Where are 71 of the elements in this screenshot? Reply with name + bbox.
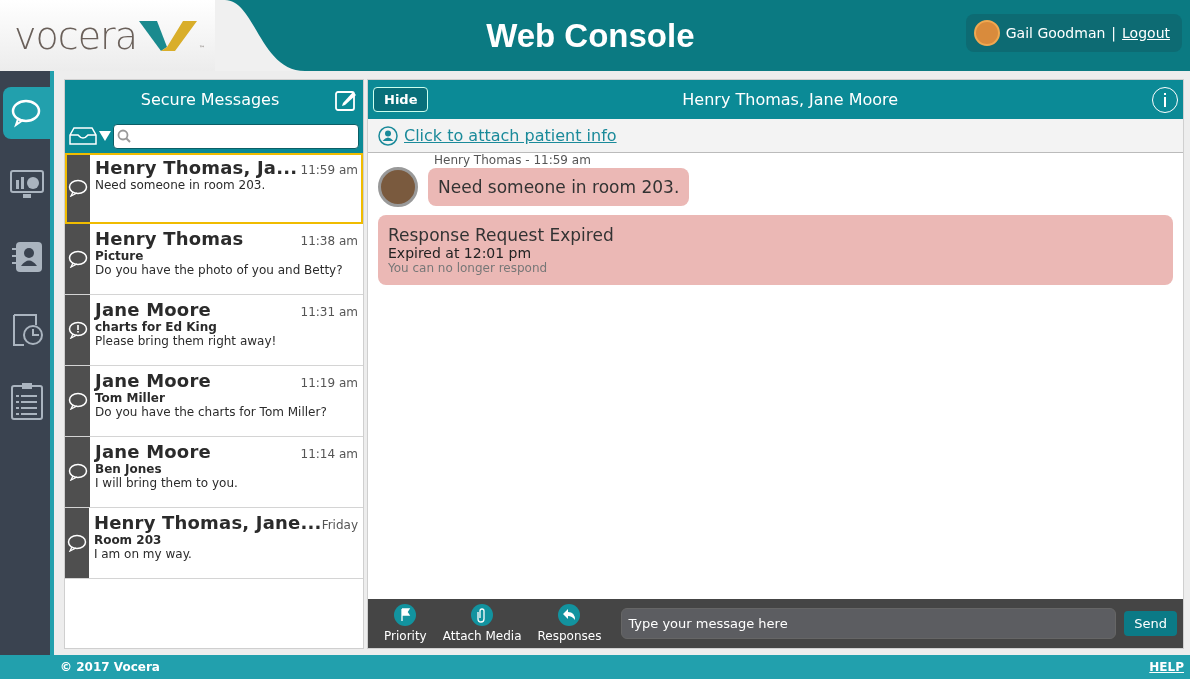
conversation-preview: I will bring them to you. bbox=[95, 476, 239, 490]
conversation-time: Friday bbox=[321, 518, 358, 532]
logout-link[interactable]: Logout bbox=[1122, 25, 1170, 41]
user-avatar bbox=[973, 20, 1000, 46]
logo-v-icon bbox=[138, 18, 197, 53]
chat-bubble-icon bbox=[67, 463, 88, 481]
contact-book-icon bbox=[10, 241, 43, 273]
action-button[interactable]: Responses bbox=[533, 604, 606, 643]
conversation-time: 11:31 am bbox=[300, 305, 358, 319]
conversation-item[interactable]: Henry Thomas, Jane...Friday Room 203 I am on my way. bbox=[65, 508, 363, 579]
user-name: Gail Goodman bbox=[1005, 25, 1106, 41]
conversation-item[interactable]: Jane Moore 11:14 am Ben Jones I will bring them to you. bbox=[65, 437, 363, 508]
conversation-time: 11:38 am bbox=[300, 234, 358, 248]
chat-title: Henry Thomas, Jane Moore bbox=[681, 90, 900, 109]
conversation-time: 11:14 am bbox=[300, 447, 358, 461]
monitor-chart-icon bbox=[9, 170, 44, 200]
separator-text: | bbox=[1111, 25, 1117, 41]
conversation-preview: I am on my way. bbox=[93, 547, 193, 561]
conversation-time: 11:19 am bbox=[300, 376, 358, 390]
hide-button[interactable]: Hide bbox=[373, 87, 429, 112]
chat-bubble-icon bbox=[67, 392, 88, 410]
conversation-preview: Please bring them right away! bbox=[95, 334, 278, 348]
conversation-subject: Room 203 bbox=[93, 533, 163, 547]
chat-bubble-icon bbox=[66, 534, 87, 552]
inbox-icon[interactable] bbox=[69, 127, 97, 145]
compose-icon[interactable] bbox=[335, 88, 357, 111]
send-button[interactable]: Send bbox=[1124, 611, 1177, 636]
conversation-item[interactable]: Henry Thomas 11:38 am Picture Do you have the photo of you and Betty? bbox=[65, 224, 363, 295]
conversation-name: Henry Thomas, Jane... bbox=[93, 512, 322, 533]
action-button[interactable]: Attach Media bbox=[438, 604, 526, 643]
conversation-item[interactable]: Jane Moore 11:31 am charts for Ed King Please bring them right away! bbox=[65, 295, 363, 366]
expired-note: You can no longer respond bbox=[388, 261, 549, 275]
message-bubble: Need someone in room 203. bbox=[428, 168, 690, 206]
chat-bubble-icon bbox=[67, 250, 88, 268]
panel-title: Secure Messages bbox=[139, 90, 281, 109]
conversation-item[interactable]: Jane Moore 11:19 am Tom Miller Do you have the charts for Tom Miller? bbox=[65, 366, 363, 437]
dropdown-caret-icon[interactable] bbox=[99, 131, 111, 141]
conversation-name: Jane Moore bbox=[95, 370, 211, 391]
clipboard-checklist-icon bbox=[10, 382, 43, 420]
action-button[interactable]: Priority bbox=[380, 604, 431, 643]
copyright-text: © 2017 Vocera bbox=[60, 660, 160, 674]
chat-bubble-icon bbox=[67, 179, 88, 197]
paperclip-icon bbox=[471, 604, 494, 626]
conversation-preview: Need someone in room 203. bbox=[95, 178, 267, 192]
conversation-name: Jane Moore bbox=[95, 441, 211, 462]
conversation-name: Jane Moore bbox=[95, 299, 211, 320]
app-title: Web Console bbox=[485, 16, 696, 56]
conversation-preview: Do you have the photo of you and Betty? bbox=[95, 263, 344, 277]
conversation-subject: Tom Miller bbox=[95, 391, 166, 405]
alert-bubble-icon bbox=[67, 321, 88, 339]
rail-tab[interactable] bbox=[3, 87, 50, 139]
conversation-name: Henry Thomas bbox=[95, 228, 244, 249]
conversation-item[interactable]: Henry Thomas, Ja... 11:59 am Need someone in room 203. bbox=[65, 153, 363, 224]
conversation-name: Henry Thomas, Ja... bbox=[95, 157, 298, 178]
flag-icon bbox=[394, 604, 417, 626]
conversation-preview: Do you have the charts for Tom Miller? bbox=[95, 405, 328, 419]
sender-line: Henry Thomas - 11:59 am bbox=[433, 153, 592, 167]
conversation-subject: Picture bbox=[95, 249, 145, 263]
sender-avatar bbox=[378, 167, 418, 207]
attach-patient-link[interactable]: Click to attach patient info bbox=[404, 126, 617, 145]
expired-title: Response Request Expired bbox=[388, 225, 615, 245]
search-icon bbox=[117, 129, 131, 143]
conversation-subject: Ben Jones bbox=[95, 462, 163, 476]
search-field[interactable] bbox=[113, 123, 359, 149]
conversation-subject: charts for Ed King bbox=[95, 320, 218, 334]
conversation-time: 11:59 am bbox=[300, 163, 358, 177]
info-icon bbox=[1163, 92, 1167, 107]
message-input[interactable]: Type your message here bbox=[621, 608, 1117, 639]
logo-text: vocera bbox=[14, 13, 137, 58]
expired-time: Expired at 12:01 pm bbox=[388, 245, 533, 261]
patient-icon bbox=[378, 125, 398, 146]
